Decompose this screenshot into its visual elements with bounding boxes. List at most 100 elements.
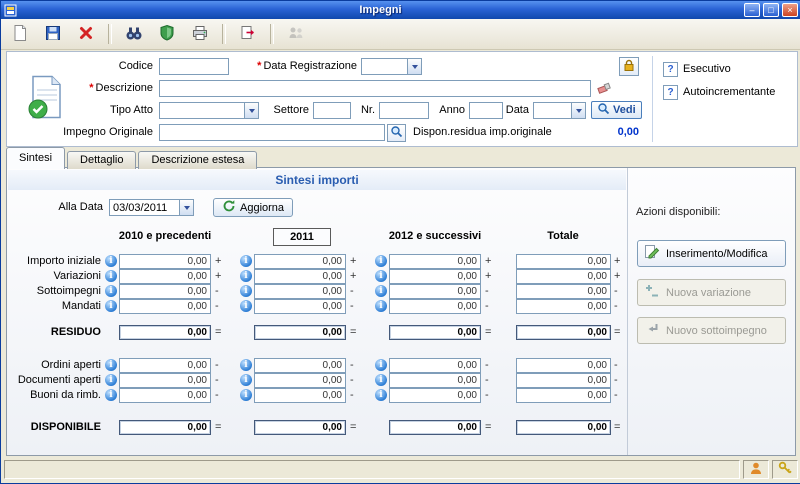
- codice-input[interactable]: [159, 58, 229, 75]
- export-button[interactable]: [235, 21, 261, 47]
- info-icon[interactable]: i: [375, 374, 387, 386]
- find-button[interactable]: [121, 21, 147, 47]
- security-button[interactable]: [154, 21, 180, 47]
- amount-field[interactable]: [516, 358, 611, 373]
- amount-field[interactable]: [516, 269, 611, 284]
- data-registrazione-input[interactable]: [361, 58, 407, 75]
- amount-field[interactable]: [254, 254, 346, 269]
- info-icon[interactable]: i: [105, 285, 117, 297]
- info-icon[interactable]: i: [105, 359, 117, 371]
- info-icon[interactable]: i: [375, 389, 387, 401]
- info-icon[interactable]: i: [240, 270, 252, 282]
- amount-field[interactable]: [389, 269, 481, 284]
- amount-field[interactable]: [254, 325, 346, 340]
- info-icon[interactable]: i: [105, 270, 117, 282]
- amount-field[interactable]: [389, 358, 481, 373]
- search-impegno-button[interactable]: [387, 124, 406, 142]
- close-button[interactable]: ×: [782, 3, 798, 17]
- nr-input[interactable]: [379, 102, 429, 119]
- clear-descrizione-button[interactable]: [595, 80, 614, 98]
- alla-data-dropdown[interactable]: [179, 199, 194, 216]
- amount-field[interactable]: [516, 388, 611, 403]
- titlebar[interactable]: Impegni – □ ×: [1, 1, 800, 19]
- amount-field[interactable]: [254, 284, 346, 299]
- amount-field[interactable]: [254, 373, 346, 388]
- info-icon[interactable]: i: [105, 255, 117, 267]
- amount-field[interactable]: [254, 420, 346, 435]
- amount-field[interactable]: [254, 388, 346, 403]
- maximize-button[interactable]: □: [763, 3, 779, 17]
- esecutivo-checkbox[interactable]: ?: [663, 62, 678, 77]
- tipo-atto-input[interactable]: [159, 102, 244, 119]
- amount-field[interactable]: [389, 373, 481, 388]
- operator: =: [350, 421, 356, 433]
- info-icon[interactable]: i: [240, 359, 252, 371]
- amount-field[interactable]: [389, 299, 481, 314]
- impegno-originale-input[interactable]: [159, 124, 385, 141]
- amount-field[interactable]: [389, 420, 481, 435]
- amount-field[interactable]: [516, 284, 611, 299]
- amount-field[interactable]: [119, 373, 211, 388]
- info-icon[interactable]: i: [375, 255, 387, 267]
- info-icon[interactable]: i: [375, 285, 387, 297]
- amount-field[interactable]: [389, 325, 481, 340]
- tab-descrizione-estesa[interactable]: Descrizione estesa: [138, 151, 257, 169]
- info-icon[interactable]: i: [240, 389, 252, 401]
- status-permissions-cell[interactable]: [772, 460, 798, 479]
- data-dropdown[interactable]: [571, 102, 586, 119]
- alla-data-input[interactable]: [109, 199, 179, 216]
- dispon-residua-label: Dispon.residua imp.originale: [413, 124, 563, 141]
- info-icon[interactable]: i: [105, 389, 117, 401]
- toolbar-separator: [108, 24, 112, 44]
- amount-field[interactable]: [516, 373, 611, 388]
- info-icon[interactable]: i: [375, 359, 387, 371]
- amount-field[interactable]: [119, 299, 211, 314]
- amount-field[interactable]: [119, 358, 211, 373]
- impegni-window: Impegni – □ × Codice *Data Registrazione: [0, 0, 800, 484]
- amount-field[interactable]: [254, 358, 346, 373]
- amount-field[interactable]: [516, 254, 611, 269]
- descrizione-input[interactable]: [159, 80, 591, 97]
- status-user-cell[interactable]: [743, 460, 769, 479]
- info-icon[interactable]: i: [375, 270, 387, 282]
- print-button[interactable]: [187, 21, 213, 47]
- aggiorna-button[interactable]: Aggiorna: [213, 198, 293, 217]
- tab-dettaglio[interactable]: Dettaglio: [67, 151, 136, 169]
- tab-sintesi[interactable]: Sintesi: [6, 147, 65, 169]
- save-button[interactable]: [40, 21, 66, 47]
- amount-field[interactable]: [254, 299, 346, 314]
- delete-button[interactable]: [73, 21, 99, 47]
- amount-field[interactable]: [389, 284, 481, 299]
- amount-field[interactable]: [119, 269, 211, 284]
- settore-input[interactable]: [313, 102, 351, 119]
- amount-field[interactable]: [254, 269, 346, 284]
- info-icon[interactable]: i: [240, 300, 252, 312]
- amount-field[interactable]: [119, 284, 211, 299]
- info-icon[interactable]: i: [375, 300, 387, 312]
- info-icon[interactable]: i: [240, 285, 252, 297]
- data-registrazione-dropdown[interactable]: [407, 58, 422, 75]
- vedi-button[interactable]: Vedi: [591, 101, 642, 119]
- amount-field[interactable]: [389, 254, 481, 269]
- minimize-button[interactable]: –: [744, 3, 760, 17]
- lock-button[interactable]: [619, 57, 639, 76]
- info-icon[interactable]: i: [240, 374, 252, 386]
- inserimento-modifica-button[interactable]: Inserimento/Modifica: [637, 240, 786, 267]
- amount-field[interactable]: [119, 254, 211, 269]
- amount-field[interactable]: [119, 420, 211, 435]
- info-icon[interactable]: i: [105, 300, 117, 312]
- tipo-atto-dropdown[interactable]: [244, 102, 259, 119]
- amount-field[interactable]: [119, 325, 211, 340]
- data-input[interactable]: [533, 102, 571, 119]
- autoincrementante-checkbox[interactable]: ?: [663, 85, 678, 100]
- aggiorna-label: Aggiorna: [240, 202, 284, 214]
- anno-input[interactable]: [469, 102, 503, 119]
- info-icon[interactable]: i: [105, 374, 117, 386]
- amount-field[interactable]: [119, 388, 211, 403]
- amount-field[interactable]: [389, 388, 481, 403]
- amount-field[interactable]: [516, 420, 611, 435]
- amount-field[interactable]: [516, 299, 611, 314]
- amount-field[interactable]: [516, 325, 611, 340]
- info-icon[interactable]: i: [240, 255, 252, 267]
- new-document-button[interactable]: [7, 21, 33, 47]
